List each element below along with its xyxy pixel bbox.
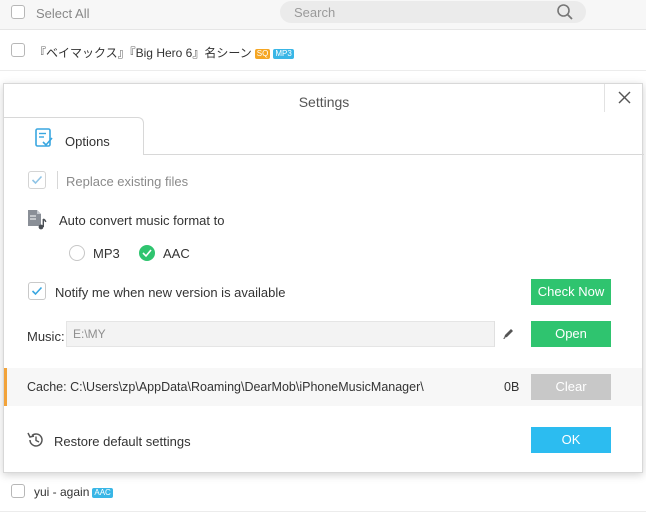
- open-button[interactable]: Open: [531, 321, 611, 347]
- list-item[interactable]: yui - again AAC: [0, 472, 646, 512]
- search-input[interactable]: Search: [280, 1, 586, 23]
- row-checkbox[interactable]: [11, 43, 25, 57]
- cache-size: 0B: [504, 380, 520, 394]
- pencil-icon: [503, 329, 513, 339]
- cache-row: Cache: C:\Users\zp\AppData\Roaming\DearM…: [4, 368, 642, 406]
- format-badge: AAC: [92, 487, 113, 498]
- music-path-label: Music:: [27, 329, 65, 344]
- replace-existing-label: Replace existing files: [66, 174, 189, 189]
- options-icon: [35, 128, 53, 148]
- format-mp3-label: MP3: [93, 246, 120, 261]
- search-icon[interactable]: [556, 3, 574, 21]
- check-now-button[interactable]: Check Now: [531, 279, 611, 305]
- settings-dialog: Settings Options Replace existing files …: [3, 83, 644, 473]
- auto-convert-label: Auto convert music format to: [59, 213, 225, 228]
- tab-bar: Options: [4, 117, 644, 156]
- check-icon: [31, 286, 43, 296]
- replace-existing-checkbox[interactable]: [28, 171, 46, 189]
- close-icon[interactable]: [618, 91, 631, 104]
- tab-options[interactable]: Options: [4, 117, 144, 156]
- divider: [57, 171, 58, 189]
- list-item[interactable]: 『ベイマックス』『Big Hero 6』名シーン SQ MP3: [0, 31, 646, 71]
- ok-button[interactable]: OK: [531, 427, 611, 453]
- restore-defaults-link[interactable]: Restore default settings: [54, 434, 191, 449]
- edit-path-button[interactable]: [494, 321, 521, 347]
- search-placeholder: Search: [294, 5, 336, 20]
- notify-checkbox[interactable]: [28, 282, 46, 300]
- song-title: yui - again AAC: [34, 485, 113, 499]
- song-title-text: yui - again: [34, 485, 90, 499]
- restore-icon[interactable]: [26, 430, 46, 453]
- dialog-title: Settings: [298, 94, 350, 110]
- check-icon: [142, 249, 152, 258]
- song-title: 『ベイマックス』『Big Hero 6』名シーン SQ MP3: [34, 44, 294, 61]
- format-aac-radio[interactable]: [139, 245, 155, 261]
- format-mp3-radio[interactable]: [69, 245, 85, 261]
- row-checkbox[interactable]: [11, 484, 25, 498]
- check-icon: [31, 175, 43, 185]
- format-aac-label: AAC: [163, 246, 190, 261]
- select-all-label: Select All: [36, 6, 90, 21]
- cache-path-label: Cache: C:\Users\zp\AppData\Roaming\DearM…: [27, 380, 424, 394]
- notify-label: Notify me when new version is available: [55, 285, 286, 300]
- tab-options-label: Options: [65, 134, 110, 149]
- clear-cache-button[interactable]: Clear: [531, 374, 611, 400]
- music-file-icon: [26, 209, 48, 234]
- quality-badge: SQ: [254, 48, 271, 59]
- format-badge: MP3: [273, 48, 294, 59]
- song-title-text: 『ベイマックス』『Big Hero 6』名シーン: [34, 46, 252, 60]
- music-path-field[interactable]: E:\MY: [66, 321, 521, 347]
- music-path-value: E:\MY: [73, 327, 106, 341]
- list-header: Select All Search: [0, 0, 646, 30]
- select-all-checkbox[interactable]: [11, 5, 25, 19]
- close-button[interactable]: [604, 84, 644, 112]
